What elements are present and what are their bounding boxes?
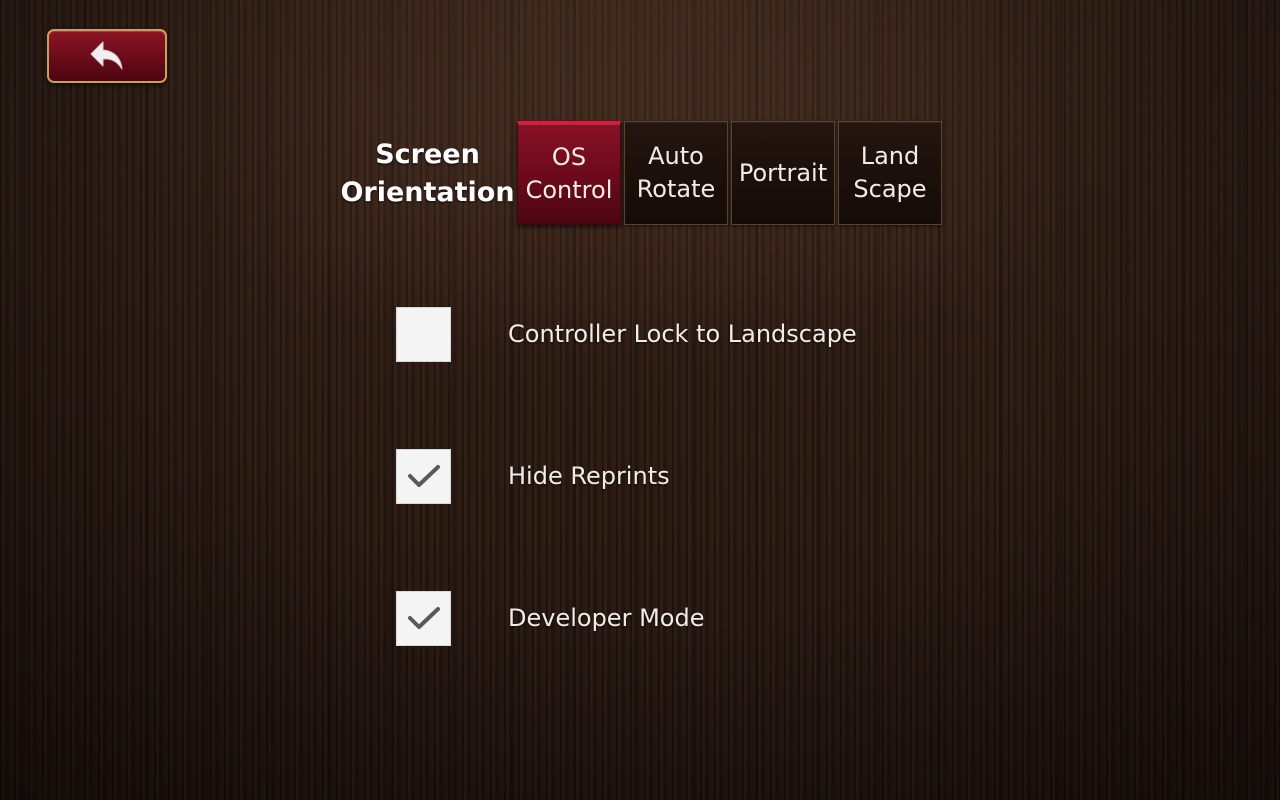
controller-lock-checkbox[interactable] (396, 306, 451, 362)
developer-mode-checkbox[interactable] (396, 590, 451, 646)
screen-orientation-label: Screen Orientation (340, 136, 515, 212)
orientation-option-os-control[interactable]: OS Control (517, 121, 621, 225)
screen-orientation-label-line1: Screen (375, 139, 480, 170)
hide-reprints-checkbox[interactable] (396, 448, 451, 504)
setting-developer-mode[interactable]: Developer Mode (396, 590, 704, 646)
screen-orientation-label-line2: Orientation (340, 177, 515, 208)
hide-reprints-label: Hide Reprints (508, 462, 670, 490)
back-arrow-icon (90, 41, 123, 70)
orientation-option-auto-rotate[interactable]: Auto Rotate (624, 121, 728, 225)
checkmark-icon (407, 607, 440, 629)
developer-mode-label: Developer Mode (508, 604, 705, 632)
orientation-option-portrait[interactable]: Portrait (731, 121, 835, 225)
orientation-segmented-control: OS Control Auto Rotate Portrait Land Sca… (517, 121, 942, 225)
setting-hide-reprints[interactable]: Hide Reprints (396, 448, 670, 504)
controller-lock-label: Controller Lock to Landscape (508, 320, 857, 348)
orientation-option-landscape[interactable]: Land Scape (838, 121, 942, 225)
checkmark-icon (407, 465, 440, 487)
setting-controller-lock-landscape[interactable]: Controller Lock to Landscape (396, 306, 857, 362)
back-button[interactable] (47, 29, 167, 83)
background-vignette (0, 0, 1280, 800)
